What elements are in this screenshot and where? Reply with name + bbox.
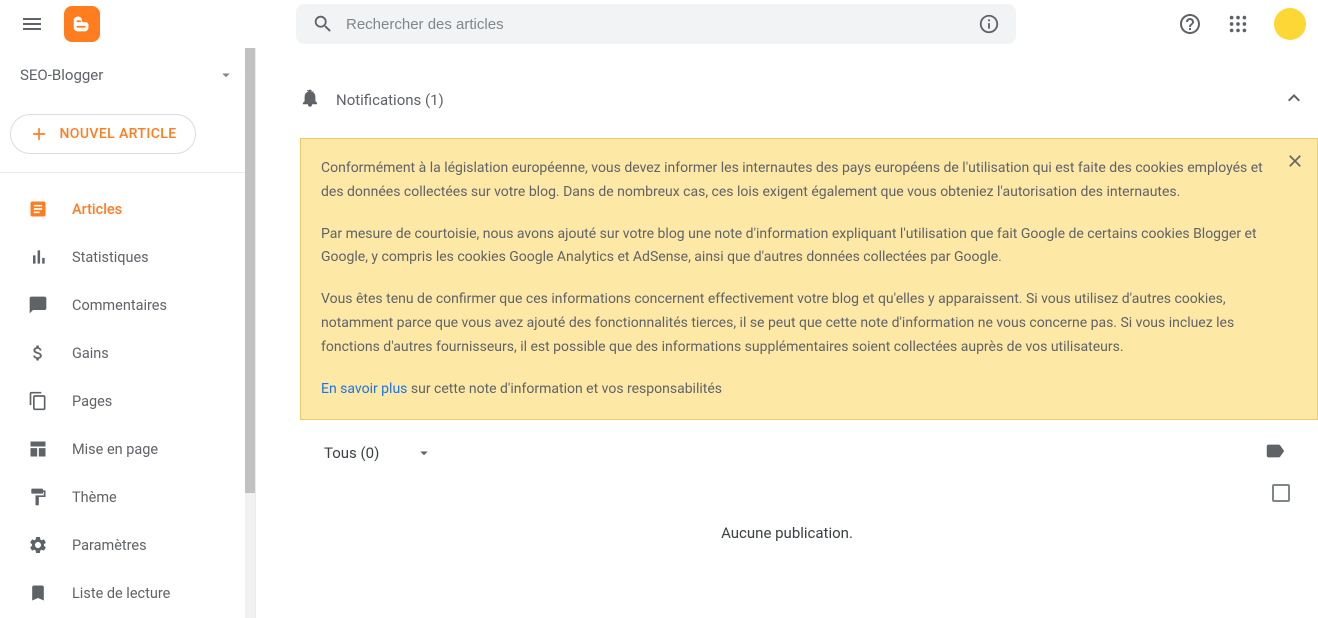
sidebar-item-label: Thème: [72, 489, 117, 506]
sidebar-item-doc[interactable]: Articles: [0, 185, 255, 233]
sidebar-item-label: Pages: [72, 393, 112, 410]
filter-label: Tous (0): [324, 444, 379, 462]
apps-button[interactable]: [1218, 4, 1258, 44]
chevron-down-icon: [415, 444, 433, 462]
theme-icon: [28, 487, 48, 507]
sidebar-item-layout[interactable]: Mise en page: [0, 425, 255, 473]
menu-button[interactable]: [8, 0, 56, 48]
user-avatar[interactable]: [1274, 8, 1306, 40]
notification-paragraph-4: En savoir plus sur cette note d'informat…: [321, 378, 1281, 402]
select-all-checkbox[interactable]: [1272, 484, 1290, 502]
new-post-label: NOUVEL ARTICLE: [59, 126, 176, 142]
stats-icon: [28, 247, 48, 267]
sidebar-item-bookmark[interactable]: Liste de lecture: [0, 569, 255, 617]
sidebar-item-label: Mise en page: [72, 441, 158, 458]
sidebar-item-pages[interactable]: Pages: [0, 377, 255, 425]
hamburger-icon: [20, 12, 44, 36]
sidebar-item-settings[interactable]: Paramètres: [0, 521, 255, 569]
blog-name-label: SEO-Blogger: [20, 66, 217, 84]
chevron-up-icon: [1282, 86, 1306, 114]
notification-paragraph-2: Par mesure de courtoisie, nous avons ajo…: [321, 223, 1281, 271]
bookmark-icon: [28, 583, 48, 603]
pages-icon: [28, 391, 48, 411]
layout-icon: [28, 439, 48, 459]
notification-paragraph-3: Vous êtes tenu de confirmer que ces info…: [321, 288, 1281, 359]
comment-icon: [28, 295, 48, 315]
bell-icon: [300, 88, 320, 112]
sidebar-item-stats[interactable]: Statistiques: [0, 233, 255, 281]
label-icon: [1264, 440, 1286, 462]
close-icon: [1285, 151, 1305, 171]
help-icon: [1178, 12, 1202, 36]
empty-state-message: Aucune publication.: [256, 514, 1318, 552]
close-notification-button[interactable]: [1285, 151, 1305, 180]
sidebar-item-label: Statistiques: [72, 249, 149, 266]
sidebar-item-theme[interactable]: Thème: [0, 473, 255, 521]
blog-selector[interactable]: SEO-Blogger: [0, 48, 255, 102]
sidebar-item-label: Gains: [72, 345, 109, 362]
info-icon[interactable]: [978, 13, 1000, 35]
sidebar-scrollbar[interactable]: [245, 48, 255, 618]
blogger-logo[interactable]: [64, 6, 100, 42]
help-button[interactable]: [1170, 4, 1210, 44]
sidebar-item-label: Paramètres: [72, 537, 147, 554]
search-bar[interactable]: [296, 4, 1016, 44]
sidebar-item-label: Liste de lecture: [72, 585, 170, 602]
sidebar-item-dollar[interactable]: Gains: [0, 329, 255, 377]
new-post-button[interactable]: NOUVEL ARTICLE: [10, 114, 196, 154]
learn-more-link[interactable]: En savoir plus: [321, 381, 407, 397]
search-icon: [312, 13, 334, 35]
blogger-logo-icon: [71, 13, 93, 35]
sidebar-item-label: Articles: [72, 201, 122, 218]
search-input[interactable]: [346, 16, 978, 33]
link-suffix: sur cette note d'information et vos resp…: [407, 381, 722, 397]
doc-icon: [28, 199, 48, 219]
settings-icon: [28, 535, 48, 555]
filter-dropdown[interactable]: Tous (0): [324, 444, 433, 462]
notifications-title: Notifications (1): [336, 91, 1282, 109]
plus-icon: [29, 124, 49, 144]
notification-banner: Conformément à la législation européenne…: [300, 138, 1318, 420]
dollar-icon: [28, 343, 48, 363]
sidebar-item-comment[interactable]: Commentaires: [0, 281, 255, 329]
chevron-down-icon: [217, 66, 235, 84]
sidebar-item-label: Commentaires: [72, 297, 167, 314]
notification-paragraph-1: Conformément à la législation européenne…: [321, 157, 1281, 205]
label-button[interactable]: [1264, 440, 1286, 466]
apps-icon: [1227, 13, 1249, 35]
notifications-header[interactable]: Notifications (1): [256, 78, 1318, 122]
